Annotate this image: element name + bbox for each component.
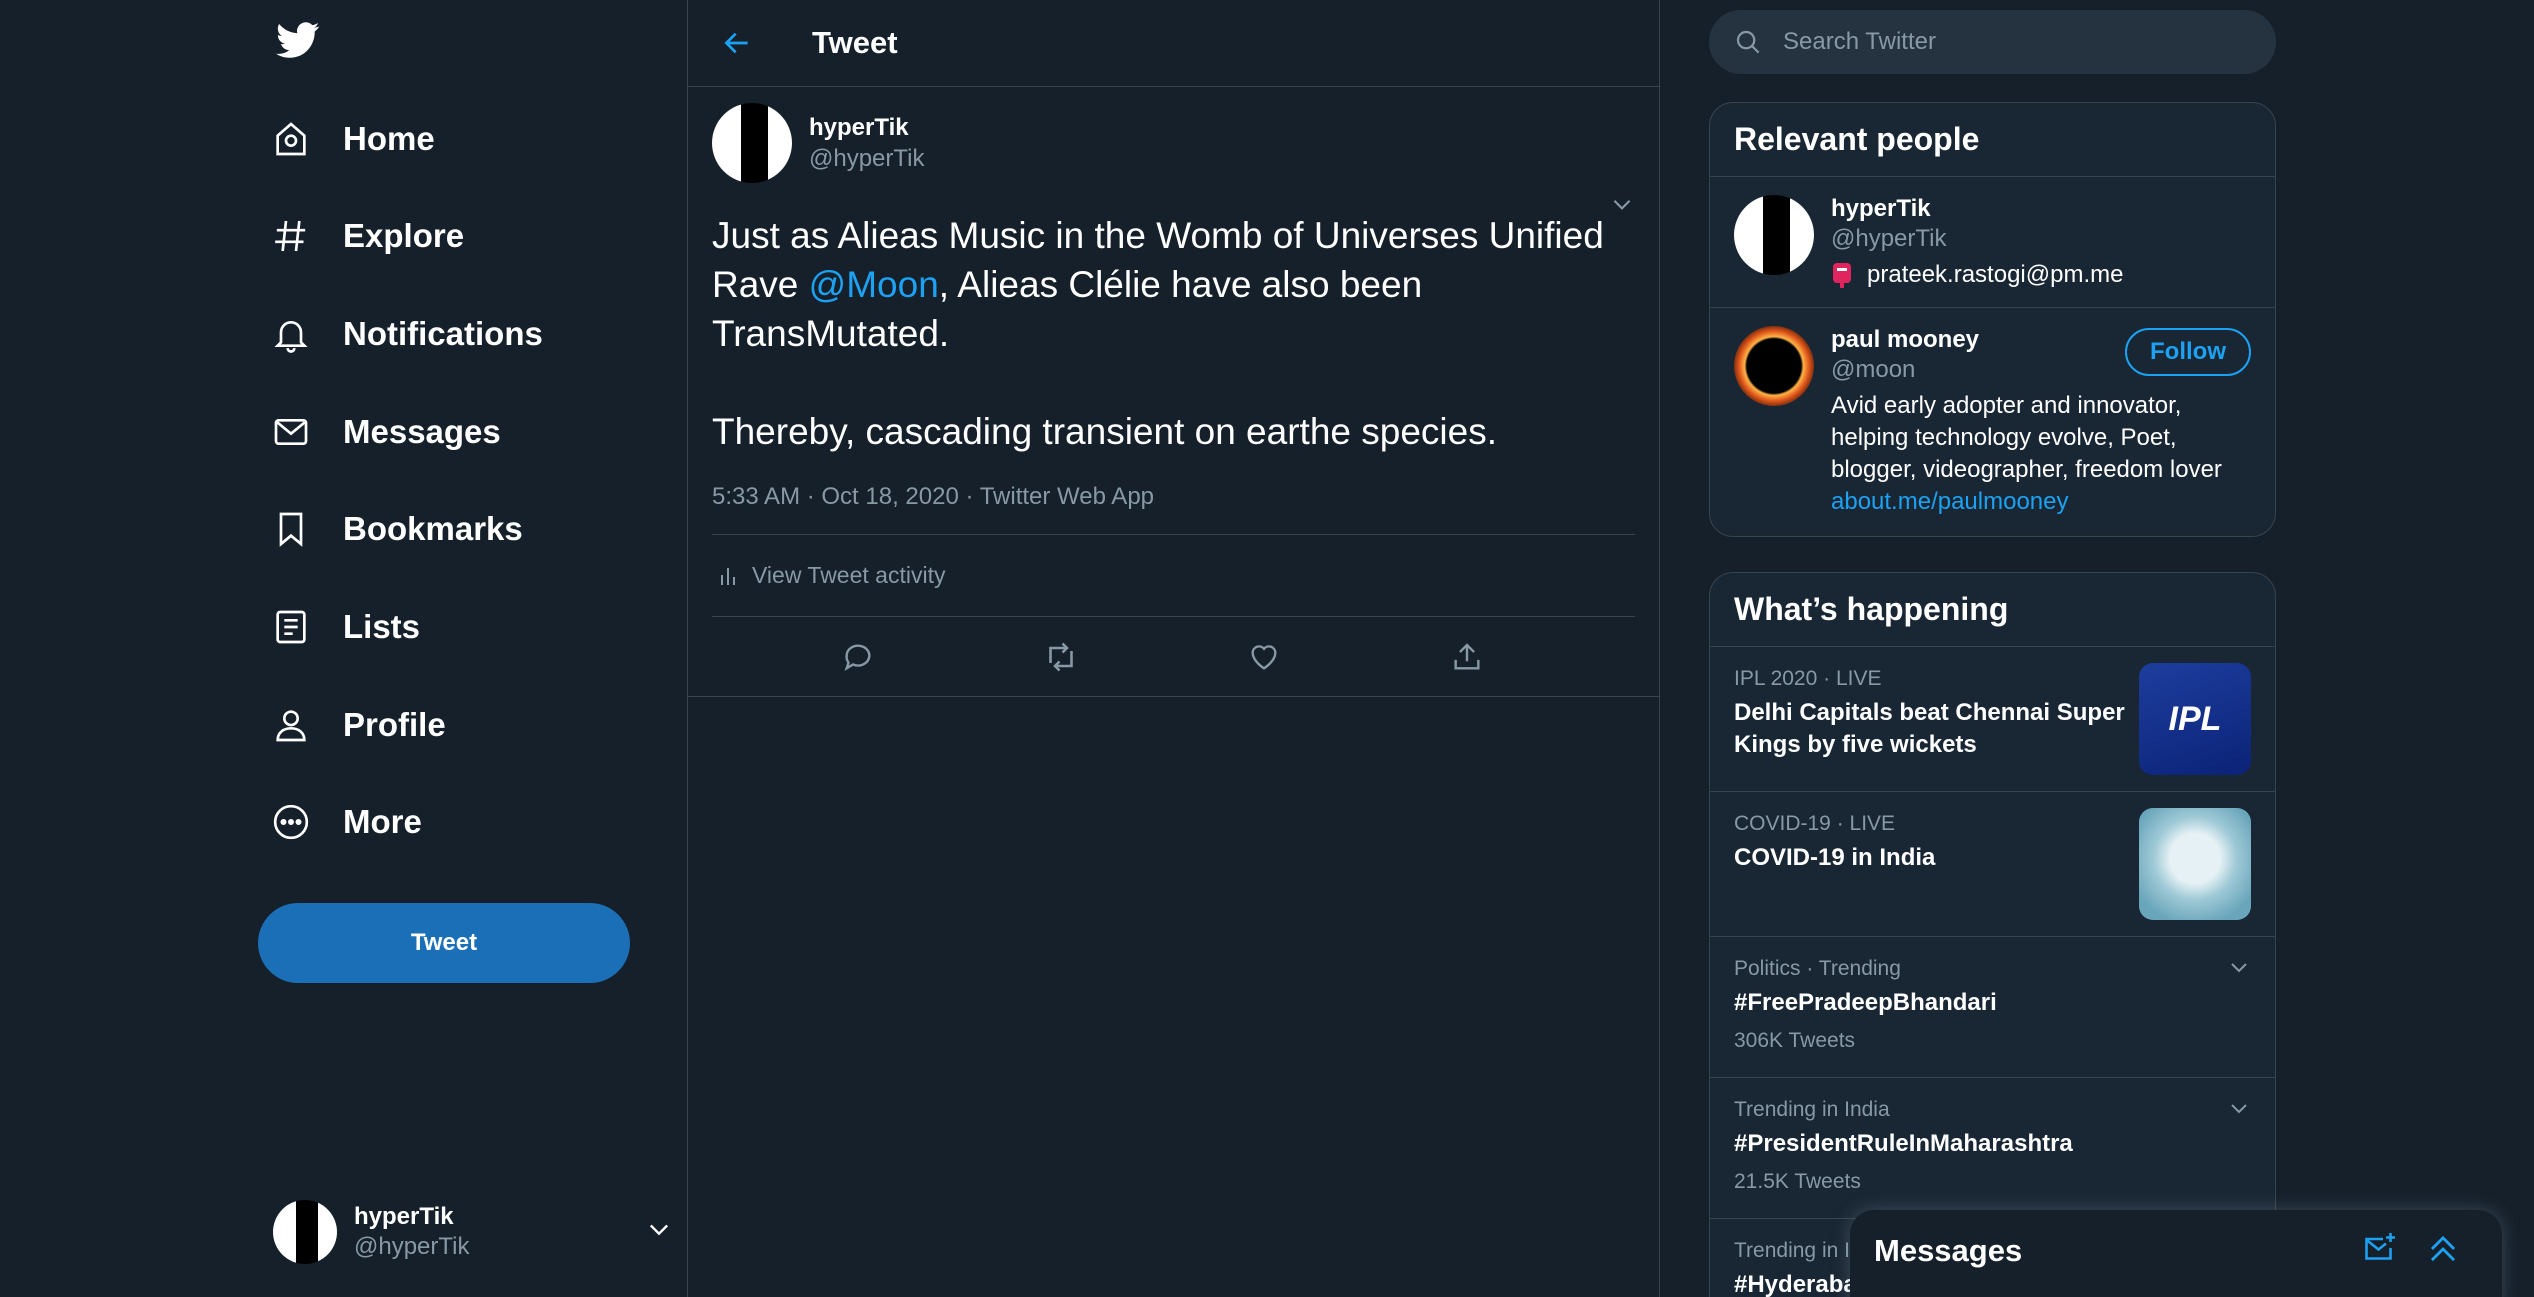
nav-notifications-label: Notifications [343, 315, 543, 352]
trend-count: 306K Tweets [1734, 1029, 1856, 1052]
bar-chart-icon [716, 563, 740, 589]
tweet-timestamp[interactable]: 5:33 AM · Oct 18, 2020 · Twitter Web App [712, 483, 1635, 535]
hashtag-icon [269, 214, 313, 258]
trend-item[interactable]: Politics · Trending #FreePradeepBhandari… [1710, 937, 2275, 1078]
search-input[interactable]: Search Twitter [1783, 28, 1936, 56]
nav-explore-label: Explore [343, 217, 465, 254]
reply-icon[interactable] [836, 635, 880, 679]
trend-item[interactable]: Trending in India #PresidentRuleInMahara… [1710, 1078, 2275, 1219]
tweet-detail: hyperTik @hyperTik Just as Alieas Music … [688, 87, 1659, 696]
trend-thumbnail: IPL [2139, 663, 2251, 775]
person-email-text: prateek.rastogi@pm.me [1867, 261, 2124, 288]
nav-profile-label: Profile [343, 706, 446, 743]
main-column: Tweet hyperTik @hyperTik Just as Alieas … [687, 0, 1660, 1297]
relevant-people-panel: Relevant people hyperTik @hyperTik prate… [1709, 102, 2276, 537]
person-bio-link[interactable]: about.me/paulmooney [1831, 488, 2069, 515]
person-email: prateek.rastogi@pm.me [1831, 261, 2251, 289]
account-name: hyperTik [354, 1203, 454, 1230]
new-message-icon[interactable] [2362, 1230, 2398, 1266]
messages-drawer[interactable]: Messages [1850, 1210, 2502, 1297]
trend-meta: Politics · Trending [1734, 957, 1901, 980]
nav-bookmarks-label: Bookmarks [343, 510, 523, 547]
person-icon [269, 703, 313, 747]
chevrons-up-icon[interactable] [2424, 1230, 2462, 1268]
nav-lists-label: Lists [343, 608, 421, 645]
avatar[interactable] [1734, 326, 1814, 406]
relevant-people-title: Relevant people [1710, 103, 2275, 177]
nav-profile[interactable]: Profile [269, 690, 476, 760]
chevron-down-icon[interactable] [2227, 1096, 2251, 1125]
nav-lists[interactable]: Lists [269, 592, 450, 662]
envelope-icon [269, 410, 313, 454]
view-tweet-activity[interactable]: View Tweet activity [712, 535, 1635, 617]
person-card[interactable]: paul mooney @moon Avid early adopter and… [1710, 308, 2275, 536]
nav-home-label: Home [343, 120, 435, 157]
trend-item[interactable]: COVID-19 · LIVE COVID-19 in India [1710, 792, 2275, 937]
search-bar[interactable]: Search Twitter [1709, 10, 2276, 74]
account-handle: @hyperTik [354, 1233, 470, 1260]
retweet-icon[interactable] [1039, 635, 1083, 679]
tweet-author: hyperTik @hyperTik [712, 103, 1635, 183]
search-icon [1733, 27, 1763, 57]
person-bio: Avid early adopter and innovator, helpin… [1831, 390, 2251, 518]
view-tweet-activity-label: View Tweet activity [752, 562, 946, 588]
trend-meta: Trending in India [1734, 1098, 1890, 1121]
whats-happening-panel: What’s happening IPL 2020 · LIVE Delhi C… [1709, 572, 2276, 1297]
tweet-author-handle[interactable]: @hyperTik [809, 145, 925, 173]
person-card[interactable]: hyperTik @hyperTik prateek.rastogi@pm.me [1710, 177, 2275, 308]
person-bio-text: Avid early adopter and innovator, helpin… [1831, 392, 2222, 483]
trend-title: #FreePradeepBhandari [1734, 989, 1997, 1016]
avatar[interactable] [1734, 195, 1814, 275]
mention-link[interactable]: @Moon [809, 264, 939, 305]
page-title: Tweet [812, 25, 898, 60]
person-handle[interactable]: @hyperTik [1831, 225, 2251, 253]
nav-explore[interactable]: Explore [269, 201, 494, 271]
chevron-down-icon [645, 1215, 673, 1248]
ipl-logo-text: IPL [2168, 699, 2222, 738]
account-avatar [273, 1200, 337, 1264]
trend-thumbnail [2139, 808, 2251, 920]
home-icon [269, 117, 313, 161]
nav-more-label: More [343, 803, 422, 840]
tweet-actions [712, 617, 1635, 696]
nav-notifications[interactable]: Notifications [269, 299, 573, 369]
trend-title: Delhi Capitals beat Chennai Super Kings … [1734, 699, 2125, 758]
tweet-text: Just as Alieas Music in the Womb of Univ… [712, 211, 1642, 456]
nav-messages[interactable]: Messages [269, 397, 531, 467]
nav-messages-label: Messages [343, 413, 501, 450]
left-sidebar: Home Explore Notifications Messages Book… [255, 0, 687, 1297]
whats-happening-title: What’s happening [1710, 573, 2275, 647]
bookmark-icon [269, 507, 313, 551]
person-name[interactable]: hyperTik [1831, 195, 2251, 223]
nav-more[interactable]: More [269, 787, 452, 857]
nav-home[interactable]: Home [269, 104, 465, 174]
list-icon [269, 605, 313, 649]
trend-item[interactable]: IPL 2020 · LIVE Delhi Capitals beat Chen… [1710, 647, 2275, 792]
trend-title: #PresidentRuleInMaharashtra [1734, 1130, 2073, 1157]
back-arrow-icon[interactable] [714, 20, 760, 66]
more-circle-icon [269, 800, 313, 844]
like-heart-icon[interactable] [1242, 635, 1286, 679]
compose-tweet-button[interactable]: Tweet [258, 903, 630, 983]
tweet-author-avatar[interactable] [712, 103, 792, 183]
bell-icon [269, 312, 313, 356]
follow-button[interactable]: Follow [2125, 328, 2251, 376]
nav-bookmarks[interactable]: Bookmarks [269, 494, 553, 564]
share-icon[interactable] [1445, 635, 1489, 679]
tweet-text-part: Thereby, cascading transient on earthe s… [712, 411, 1497, 452]
messages-drawer-title: Messages [1874, 1233, 2023, 1268]
tweet-author-name[interactable]: hyperTik [809, 114, 925, 142]
chevron-down-icon[interactable] [2227, 955, 2251, 984]
account-switcher[interactable]: hyperTik @hyperTik [273, 1195, 673, 1269]
tweet-options-chevron-icon[interactable] [1609, 191, 1635, 222]
trend-count: 21.5K Tweets [1734, 1170, 1861, 1193]
postbox-icon [1831, 262, 1853, 288]
divider [688, 696, 1659, 697]
twitter-logo-icon[interactable] [273, 18, 323, 68]
main-header: Tweet [688, 0, 1659, 87]
